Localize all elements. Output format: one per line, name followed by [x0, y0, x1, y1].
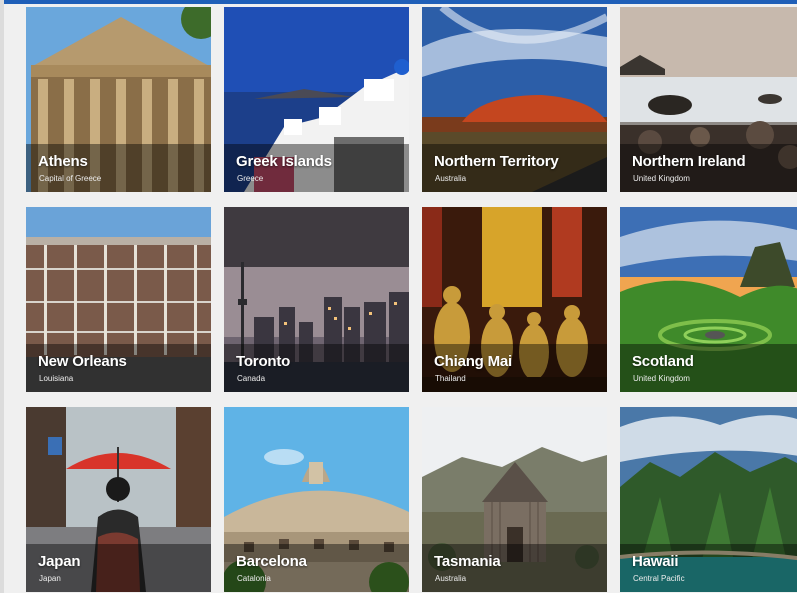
- destination-title: Japan: [38, 553, 81, 570]
- destination-title: Barcelona: [236, 553, 307, 570]
- destination-card-barcelona[interactable]: Barcelona Catalonia: [224, 407, 409, 592]
- destination-card-chiang-mai[interactable]: Chiang Mai Thailand: [422, 207, 607, 392]
- destination-card-greek-islands[interactable]: Greek Islands Greece: [224, 7, 409, 192]
- destination-subtitle: United Kingdom: [633, 374, 690, 383]
- destination-card-tasmania[interactable]: Tasmania Australia: [422, 407, 607, 592]
- destination-card-japan[interactable]: Japan Japan: [26, 407, 211, 592]
- destination-title: Chiang Mai: [434, 353, 513, 370]
- destination-title: Northern Territory: [434, 153, 559, 170]
- destination-title: Tasmania: [434, 553, 501, 570]
- destination-card-hawaii[interactable]: Hawaii Central Pacific: [620, 407, 797, 592]
- destination-subtitle: Greece: [237, 174, 264, 183]
- destination-subtitle: Louisiana: [39, 374, 74, 383]
- destination-subtitle: Australia: [435, 174, 467, 183]
- destination-card-toronto[interactable]: Toronto Canada: [224, 207, 409, 392]
- destination-subtitle: Canada: [237, 374, 266, 383]
- destination-subtitle: Japan: [39, 574, 61, 583]
- destination-subtitle: Australia: [435, 574, 467, 583]
- destination-title: Hawaii: [632, 553, 679, 570]
- destination-grid: Athens Capital of Greece Greek Islands G…: [26, 7, 797, 592]
- destination-title: Scotland: [632, 353, 694, 370]
- destination-title: New Orleans: [38, 353, 127, 370]
- destination-card-new-orleans[interactable]: New Orleans Louisiana: [26, 207, 211, 392]
- destination-subtitle: Capital of Greece: [39, 174, 102, 183]
- destination-subtitle: Thailand: [435, 374, 466, 383]
- destination-subtitle: Catalonia: [237, 574, 271, 583]
- destination-title: Athens: [38, 153, 88, 170]
- top-accent-bar: [0, 0, 797, 4]
- destination-card-athens[interactable]: Athens Capital of Greece: [26, 7, 211, 192]
- destination-card-northern-ireland[interactable]: Northern Ireland United Kingdom: [620, 7, 797, 192]
- destination-title: Toronto: [236, 353, 291, 370]
- destination-card-northern-territory[interactable]: Northern Territory Australia: [422, 7, 607, 192]
- destination-subtitle: Central Pacific: [633, 574, 685, 583]
- destination-title: Greek Islands: [236, 153, 332, 170]
- destination-title: Northern Ireland: [632, 153, 746, 170]
- destination-card-scotland[interactable]: Scotland United Kingdom: [620, 207, 797, 392]
- destination-subtitle: United Kingdom: [633, 174, 690, 183]
- left-edge-strip: [0, 0, 4, 593]
